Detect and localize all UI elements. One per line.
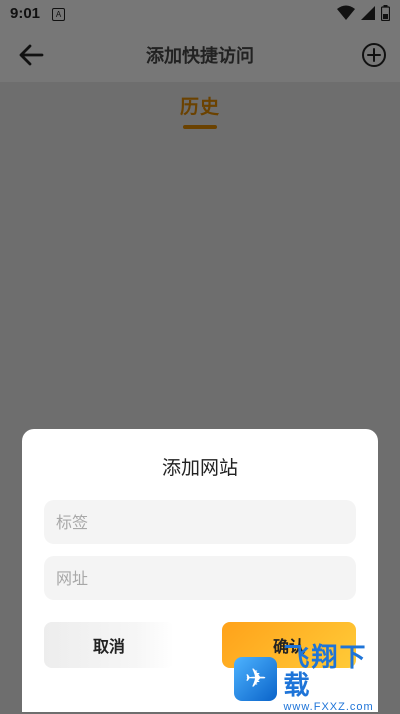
url-input[interactable] [44,556,356,600]
watermark-brand: 飞翔下载 [283,643,368,701]
cancel-button[interactable]: 取消 [44,622,174,668]
dialog-title: 添加网站 [161,457,238,479]
label-input[interactable] [44,500,356,544]
top-bar: 添加快捷访问 [0,28,400,82]
tab-history[interactable]: 历史 [0,92,400,129]
add-circle-icon[interactable] [360,41,388,69]
status-time: 9:01 [10,5,41,22]
tab-label: 历史 [179,96,220,118]
signal-icon [361,6,375,20]
wifi-icon [337,5,355,20]
status-icons [337,5,390,21]
page-title: 添加快捷访问 [146,46,254,67]
notification-app-icon: A [52,8,65,21]
watermark-logo-icon: ✈ [234,657,278,701]
watermark: ✈ 飞翔下载 www.FXXZ.com [234,644,394,713]
tab-active-indicator [183,125,217,129]
battery-icon [381,5,390,21]
status-bar: 9:01 A [0,0,400,28]
